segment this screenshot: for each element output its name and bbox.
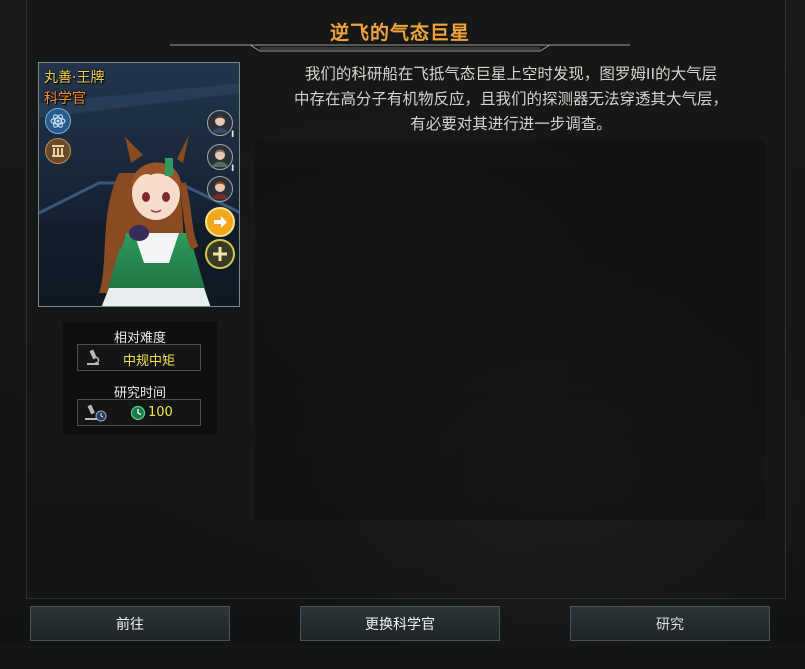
portrait-icon[interactable]: [207, 144, 233, 170]
level-mark: I: [231, 130, 235, 140]
title-divider: [170, 44, 630, 52]
pillar-icon[interactable]: [45, 138, 71, 164]
title-bar: 逆飞的气态巨星: [170, 10, 630, 52]
goto-button[interactable]: 前往: [30, 606, 230, 641]
microscope-icon: [87, 349, 100, 365]
atom-icon[interactable]: [45, 108, 71, 134]
dialog-title: 逆飞的气态巨星: [329, 22, 470, 44]
scientist-portrait[interactable]: 丸善·王牌 科学官 I I: [38, 62, 240, 307]
portrait-icon[interactable]: [207, 176, 233, 202]
change-scientist-button[interactable]: 更换科学官: [300, 606, 500, 641]
arrow-right-icon[interactable]: [205, 207, 235, 237]
bottom-strip: [0, 645, 805, 669]
description-line: 我们的科研船在飞抵气态巨星上空时发现，图罗姆II的大气层: [304, 65, 718, 83]
level-mark: I: [231, 164, 235, 174]
description-line: 中存在高分子有机物反应，且我们的探测器无法穿透其大气层，: [293, 90, 728, 108]
plus-icon[interactable]: [205, 239, 235, 269]
scientist-role: 科学官: [44, 91, 86, 107]
scientist-name: 丸善·王牌: [44, 70, 105, 86]
clock-icon: [130, 405, 146, 421]
microscope-icon: [85, 404, 107, 422]
description-line: 有必要对其进行进一步调查。: [410, 115, 612, 133]
research-time-box: 100: [77, 399, 201, 426]
research-time-value: 100: [148, 405, 173, 420]
description: 我们的科研船在飞抵气态巨星上空时发现，图罗姆II的大气层 中存在高分子有机物反应…: [258, 62, 764, 137]
difficulty-box: 中规中矩: [77, 344, 201, 371]
description-area: [255, 140, 765, 520]
research-info-panel: 相对难度 中规中矩 研究时间 100: [63, 322, 217, 434]
research-button[interactable]: 研究: [570, 606, 770, 641]
difficulty-value: 中规中矩: [123, 354, 176, 369]
portrait-icon[interactable]: [207, 110, 233, 136]
